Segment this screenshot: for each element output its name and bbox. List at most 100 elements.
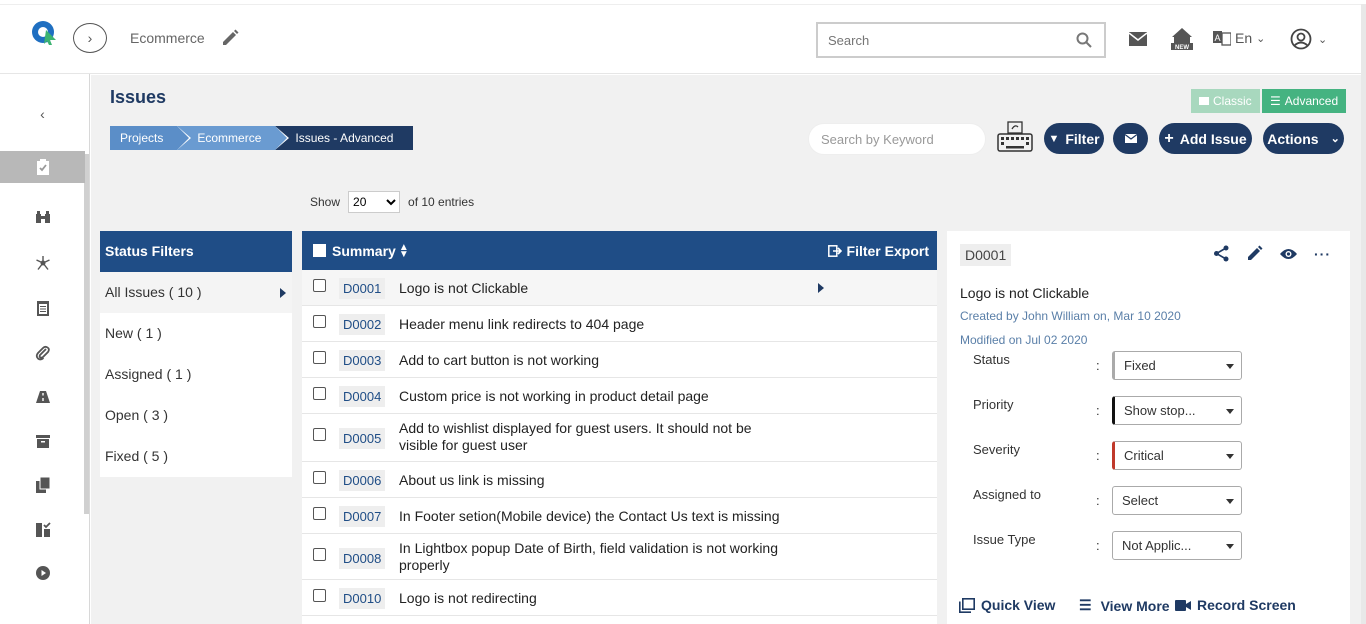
sidebar-item-issues[interactable] [0, 151, 85, 183]
classic-view-button[interactable]: Classic [1191, 89, 1260, 113]
issue-summary[interactable]: In Footer setion(Mobile device) the Cont… [399, 508, 799, 525]
search-icon[interactable] [1076, 32, 1092, 48]
issue-id[interactable]: D0008 [339, 548, 386, 569]
table-row[interactable]: D0002 Header menu link redirects to 404 … [302, 306, 937, 342]
page-size-select[interactable]: 20 [348, 191, 401, 213]
issue-id[interactable]: D0003 [339, 350, 386, 371]
add-issue-button[interactable]: + Add Issue [1159, 123, 1252, 154]
sidebar-item-archive[interactable] [0, 425, 85, 457]
edit-project-icon[interactable] [220, 28, 240, 48]
table-row[interactable]: D0004 Custom price is not working in pro… [302, 378, 937, 414]
detail-created: Created by John William on, Mar 10 2020 [960, 309, 1181, 323]
issue-summary[interactable]: Logo is not redirecting [399, 590, 779, 607]
issue-id[interactable]: D0005 [339, 428, 386, 449]
advanced-view-button[interactable]: ☰ Advanced [1262, 89, 1347, 113]
priority-select[interactable]: Show stop... [1112, 396, 1242, 425]
issue-type-select[interactable]: Not Applic... [1112, 531, 1242, 560]
sidebar-item-roadmap[interactable] [0, 381, 85, 413]
table-row[interactable]: D0001 Logo is not Clickable [302, 270, 937, 306]
issue-summary[interactable]: Add to wishlist displayed for guest user… [399, 420, 771, 454]
issue-summary[interactable]: Logo is not Clickable [399, 280, 779, 297]
issue-summary[interactable]: Header menu link redirects to 404 page [399, 316, 779, 333]
row-checkbox[interactable] [313, 315, 326, 328]
issues-table: Summary ▲ ▼ Filter Export D0001 Logo is n… [302, 231, 937, 624]
row-checkbox[interactable] [313, 548, 326, 561]
global-search-input[interactable] [828, 32, 1068, 48]
status-filter-fixed[interactable]: Fixed ( 5 ) [100, 436, 292, 477]
row-checkbox[interactable] [313, 507, 326, 520]
row-checkbox[interactable] [313, 589, 326, 602]
global-search-box[interactable] [816, 22, 1106, 58]
status-filter-assigned[interactable]: Assigned ( 1 ) [100, 354, 292, 395]
table-row[interactable]: D0008 In Lightbox popup Date of Birth, f… [302, 534, 937, 580]
record-screen-button[interactable]: Record Screen [1175, 597, 1296, 613]
whats-new-icon[interactable]: NEW [1169, 25, 1195, 51]
table-row[interactable]: D0010 Logo is not redirecting [302, 580, 937, 616]
share-icon[interactable] [1213, 245, 1230, 262]
filter-label: Filter [1065, 130, 1100, 147]
quick-view-button[interactable]: Quick View [959, 597, 1055, 613]
classic-view-icon [1199, 97, 1209, 105]
sidebar-item-attachments[interactable] [0, 337, 85, 369]
status-filter-label: All Issues ( 10 ) [105, 284, 202, 300]
issue-id[interactable]: D0010 [339, 588, 386, 609]
row-checkbox[interactable] [313, 428, 326, 441]
row-checkbox[interactable] [313, 387, 326, 400]
sidebar-item-play[interactable] [0, 557, 85, 589]
issue-id[interactable]: D0001 [339, 278, 386, 299]
issue-id[interactable]: D0006 [339, 470, 386, 491]
issue-id[interactable]: D0002 [339, 314, 386, 335]
breadcrumb-ecommerce[interactable]: Ecommerce [177, 126, 290, 150]
eye-icon[interactable] [1279, 247, 1298, 261]
issue-summary[interactable]: In Lightbox popup Date of Birth, field v… [399, 540, 791, 574]
issue-summary[interactable]: Add to cart button is not working [399, 352, 779, 369]
sidebar-item-explore[interactable] [0, 201, 85, 233]
more-options-icon[interactable]: ··· [1314, 246, 1331, 262]
edit-icon[interactable] [1246, 245, 1263, 262]
filter-button[interactable]: ▼ Filter [1044, 123, 1104, 154]
status-filter-new[interactable]: New ( 1 ) [100, 313, 292, 354]
mail-icon[interactable] [1129, 32, 1147, 46]
user-menu[interactable]: ⌄ [1290, 28, 1327, 50]
caret-right-icon [280, 288, 286, 298]
assigned-to-select[interactable]: Select [1112, 486, 1242, 515]
issue-id[interactable]: D0004 [339, 386, 386, 407]
row-checkbox[interactable] [313, 279, 326, 292]
sidebar-item-network[interactable] [0, 247, 85, 279]
status-filter-all[interactable]: All Issues ( 10 ) [100, 272, 292, 313]
classic-view-label: Classic [1213, 94, 1252, 108]
language-selector[interactable]: A En ⌄ [1213, 30, 1265, 46]
row-checkbox[interactable] [313, 351, 326, 364]
issue-summary[interactable]: Custom price is not working in product d… [399, 388, 779, 405]
keyword-search-input[interactable]: Search by Keyword [808, 123, 986, 155]
sidebar-back-icon[interactable]: ‹ [0, 98, 85, 130]
status-select[interactable]: Fixed [1112, 351, 1242, 380]
table-row[interactable]: D0006 About us link is missing [302, 462, 937, 498]
email-button[interactable] [1113, 123, 1148, 154]
app-logo-icon[interactable] [30, 18, 58, 46]
advanced-view-label: Advanced [1284, 94, 1339, 108]
issue-id[interactable]: D0007 [339, 506, 386, 527]
actions-button[interactable]: Actions ⌄ [1263, 123, 1344, 154]
status-filter-open[interactable]: Open ( 3 ) [100, 395, 292, 436]
page-scrollbar[interactable] [1361, 4, 1366, 624]
issue-summary[interactable]: About us link is missing [399, 472, 779, 489]
plus-icon: + [1164, 129, 1174, 147]
row-checkbox[interactable] [313, 471, 326, 484]
select-all-checkbox[interactable] [313, 244, 326, 257]
filter-export-button[interactable]: Filter Export [827, 243, 929, 259]
sidebar-item-test-cases[interactable] [0, 292, 85, 324]
summary-column-header[interactable]: Summary [332, 243, 396, 259]
sidebar-item-checklist[interactable] [0, 514, 85, 546]
table-row[interactable]: D0007 In Footer setion(Mobile device) th… [302, 498, 937, 534]
page-title: Issues [110, 87, 167, 107]
severity-select[interactable]: Critical [1112, 441, 1242, 470]
sort-icon[interactable]: ▲ ▼ [399, 242, 409, 259]
table-row[interactable]: D0003 Add to cart button is not working [302, 342, 937, 378]
sidebar-item-copies[interactable] [0, 469, 85, 501]
expand-sidebar-button[interactable]: › [73, 23, 107, 53]
breadcrumb-projects[interactable]: Projects [110, 126, 192, 150]
table-row[interactable]: D0005 Add to wishlist displayed for gues… [302, 414, 937, 462]
view-more-button[interactable]: ☰ View More [1079, 597, 1170, 614]
keyboard-shortcuts-icon[interactable] [997, 121, 1033, 153]
